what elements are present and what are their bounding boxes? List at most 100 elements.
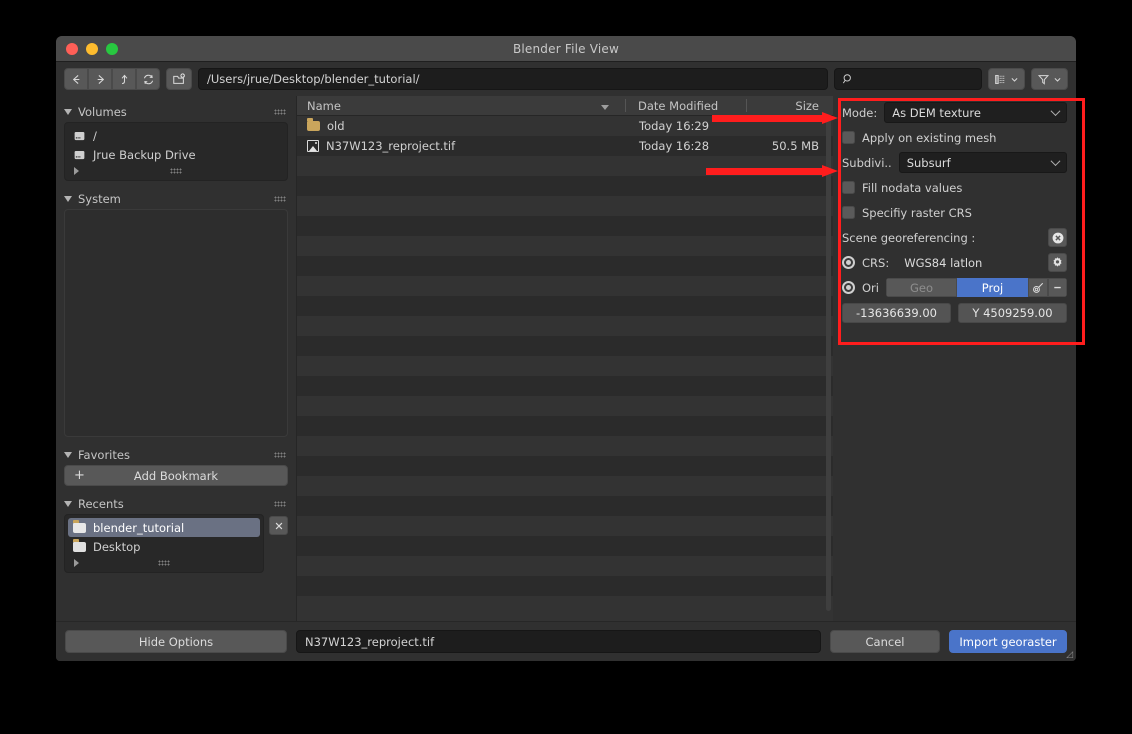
table-row-empty[interactable] [297,496,833,516]
fill-nodata-checkbox[interactable] [842,181,855,194]
window-title: Blender File View [512,41,620,56]
table-row-empty[interactable] [297,596,833,616]
file-list-scrollbar[interactable] [826,119,831,611]
table-row-empty[interactable] [297,356,833,376]
sort-descending-icon[interactable] [601,104,609,110]
search-input[interactable] [834,68,982,90]
recents-expander[interactable] [65,556,263,570]
origin-radio-button[interactable] [842,281,855,294]
table-row-empty[interactable] [297,576,833,596]
volume-item-label: / [93,128,97,143]
table-row-empty[interactable] [297,376,833,396]
folder-icon [73,538,86,552]
arrow-up-icon [121,74,127,84]
clear-georeferencing-button[interactable] [1048,228,1067,247]
table-row-empty[interactable] [297,556,833,576]
origin-remove-button[interactable] [1048,278,1067,297]
fill-nodata-row: Fill nodata values [842,177,1067,198]
sidebar-section-recents-header[interactable]: Recents [64,494,288,514]
crs-radio-button[interactable] [842,256,855,269]
table-row[interactable]: N37W123_reproject.tif Today 16:28 50.5 M… [297,136,833,156]
refresh-icon [143,74,153,84]
forward-button[interactable] [88,68,112,90]
table-row-empty[interactable] [297,456,833,476]
import-georaster-button[interactable]: Import georaster [949,630,1067,653]
subdivision-select[interactable]: Subsurf [898,152,1067,173]
table-row-empty[interactable] [297,416,833,436]
sidebar-section-favorites-header[interactable]: Favorites [64,445,288,465]
window-titlebar: Blender File View [56,36,1076,62]
recent-item-desktop[interactable]: Desktop [65,537,263,556]
empty-rows [297,156,833,616]
parent-dir-button[interactable] [112,68,136,90]
sidebar-section-system-header[interactable]: System [64,189,288,209]
origin-geo-button[interactable]: Geo [885,278,957,297]
table-row-empty[interactable] [297,536,833,556]
coordinate-x-field[interactable]: -13636639.00 [842,302,951,323]
origin-proj-button[interactable]: Proj [957,278,1029,297]
drag-grip-icon[interactable] [158,560,170,566]
specify-raster-crs-row: Specifiy raster CRS [842,202,1067,223]
file-date: Today 16:28 [639,139,710,153]
file-name-cell: N37W123_reproject.tif [297,139,627,153]
drag-grip-icon[interactable] [170,168,182,174]
volume-item-root[interactable]: / [65,126,287,145]
annotation-arrow-mode [712,112,838,125]
apply-existing-mesh-label: Apply on existing mesh [862,130,997,145]
table-row-empty[interactable] [297,436,833,456]
new-folder-button[interactable] [166,68,192,90]
filename-input[interactable]: N37W123_reproject.tif [296,630,821,653]
crs-settings-button[interactable] [1048,253,1067,272]
refresh-button[interactable] [136,68,160,90]
column-header-size[interactable]: Size [747,99,833,113]
table-row-empty[interactable] [297,476,833,496]
crs-label: CRS: [862,255,890,270]
origin-label: Ori [862,280,879,295]
recent-item-blender-tutorial[interactable]: blender_tutorial [68,518,260,537]
chevron-down-icon [1050,156,1061,167]
apply-existing-mesh-checkbox[interactable] [842,131,855,144]
volume-item-backup-drive[interactable]: Jrue Backup Drive [65,145,287,164]
column-header-name[interactable]: Name [297,99,625,113]
triangle-down-icon [64,501,72,507]
column-label: Date Modified [638,98,719,113]
resize-grip-icon[interactable]: ◿ [1066,650,1073,660]
drag-grip-icon[interactable] [274,109,286,115]
origin-pick-button[interactable] [1028,278,1049,297]
hide-options-button[interactable]: Hide Options [65,630,287,653]
back-button[interactable] [64,68,88,90]
coordinate-y-field[interactable]: Y 4509259.00 [958,302,1067,323]
table-row-empty[interactable] [297,316,833,336]
table-row-empty[interactable] [297,176,833,196]
table-row-empty[interactable] [297,256,833,276]
path-input[interactable]: /Users/jrue/Desktop/blender_tutorial/ [198,68,828,90]
blender-file-view-window: Blender File View /Users/jrue/Desktop/bl… [56,36,1076,661]
filename-value: N37W123_reproject.tif [305,634,435,649]
table-row-empty[interactable] [297,516,833,536]
volumes-expander[interactable] [65,164,287,178]
table-row-empty[interactable] [297,396,833,416]
sidebar-section-volumes-header[interactable]: Volumes [64,102,288,122]
specify-raster-crs-checkbox[interactable] [842,206,855,219]
table-row-empty[interactable] [297,216,833,236]
cancel-button[interactable]: Cancel [830,630,940,653]
column-header-date-modified[interactable]: Date Modified [626,99,746,113]
triangle-right-icon [74,559,79,567]
clear-recents-button[interactable] [269,516,288,535]
drag-grip-icon[interactable] [274,452,286,458]
origin-row: Ori Geo Proj [842,277,1067,298]
table-row-empty[interactable] [297,196,833,216]
table-row-empty[interactable] [297,276,833,296]
mode-select[interactable]: As DEM texture [884,102,1067,123]
display-mode-button[interactable] [988,68,1025,90]
subdivision-row: Subdivi.. Subsurf [842,152,1067,173]
drag-grip-icon[interactable] [274,501,286,507]
add-bookmark-button[interactable]: + Add Bookmark [64,465,288,486]
table-row-empty[interactable] [297,336,833,356]
table-row-empty[interactable] [297,236,833,256]
table-row-empty[interactable] [297,296,833,316]
triangle-down-icon [64,452,72,458]
crs-value[interactable]: WGS84 latlon [896,256,1041,270]
drag-grip-icon[interactable] [274,196,286,202]
filter-button[interactable] [1031,68,1068,90]
